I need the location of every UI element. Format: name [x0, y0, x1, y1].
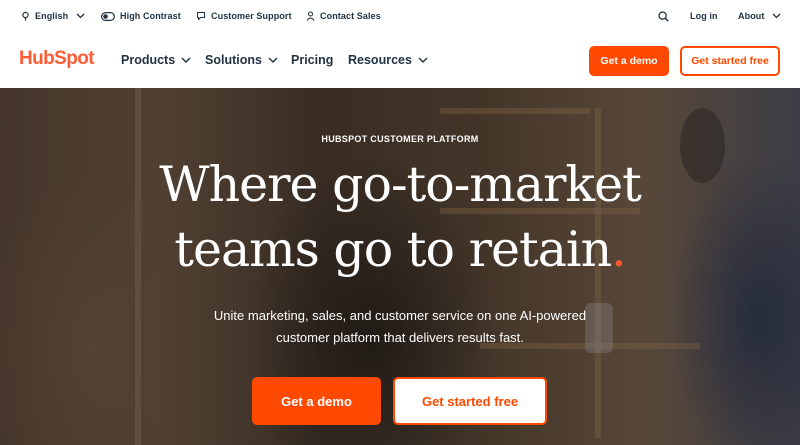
language-selector[interactable]: English — [21, 0, 85, 32]
nav-item-label: Resources — [348, 53, 412, 67]
utility-bar: English High Contrast Customer Support C… — [0, 0, 800, 32]
search-button[interactable] — [658, 0, 669, 32]
nav-get-started-button[interactable]: Get started free — [680, 46, 780, 76]
nav-item-pricing[interactable]: Pricing — [291, 32, 333, 88]
hero-subtitle-line-1: Unite marketing, sales, and customer ser… — [213, 308, 587, 323]
globe-icon — [22, 11, 29, 21]
high-contrast-toggle[interactable]: High Contrast — [101, 0, 181, 32]
hero-title-text: teams go to retain — [174, 221, 612, 278]
nav-item-label: Solutions — [205, 53, 262, 67]
hero-eyebrow: HUBSPOT CUSTOMER PLATFORM — [321, 134, 479, 144]
hero-title-line-1: Where go-to-market — [159, 156, 642, 213]
contact-sales-link[interactable]: Contact Sales — [306, 0, 381, 32]
about-menu[interactable]: About — [738, 0, 781, 32]
nav-item-resources[interactable]: Resources — [348, 32, 428, 88]
hero-subtitle-line-2: customer platform that delivers results … — [276, 330, 524, 345]
person-icon — [306, 11, 315, 21]
hero-get-started-label: Get started free — [421, 393, 519, 409]
hero-get-demo-button[interactable]: Get a demo — [252, 377, 381, 425]
search-icon — [658, 10, 669, 22]
hero-title-dot: . — [611, 221, 627, 278]
contrast-toggle-icon — [101, 11, 115, 21]
main-nav: HubSpot Products Solutions Pricing Resou… — [0, 32, 800, 88]
nav-item-solutions[interactable]: Solutions — [205, 32, 278, 88]
nav-get-started-label: Get started free — [691, 55, 769, 67]
customer-support-label: Customer Support — [211, 11, 292, 21]
chevron-down-icon — [418, 57, 428, 63]
hero-title-line-2: teams go to retain. — [0, 220, 800, 280]
nav-item-products[interactable]: Products — [121, 32, 191, 88]
nav-get-demo-label: Get a demo — [600, 55, 658, 67]
chevron-down-icon — [268, 57, 278, 63]
hero-get-started-button[interactable]: Get started free — [393, 377, 547, 425]
hero-subtitle: Unite marketing, sales, and customer ser… — [0, 305, 800, 349]
chevron-down-icon — [181, 57, 191, 63]
hero-get-demo-label: Get a demo — [281, 393, 352, 409]
language-label: English — [35, 11, 69, 21]
contact-sales-label: Contact Sales — [320, 11, 381, 21]
nav-get-demo-button[interactable]: Get a demo — [589, 46, 669, 76]
chat-bubble-icon — [196, 11, 206, 21]
nav-item-label: Pricing — [291, 53, 334, 67]
chevron-down-icon — [772, 13, 780, 19]
high-contrast-label: High Contrast — [120, 11, 181, 21]
about-label: About — [738, 11, 765, 21]
login-link[interactable]: Log in — [690, 0, 718, 32]
login-label: Log in — [690, 11, 718, 21]
hubspot-logo[interactable]: HubSpot — [19, 47, 95, 71]
logo-text: HubSpot — [19, 48, 95, 69]
nav-item-label: Products — [121, 53, 176, 67]
customer-support-link[interactable]: Customer Support — [196, 0, 292, 32]
hero-section: HUBSPOT CUSTOMER PLATFORM Where go-to-ma… — [0, 88, 800, 445]
chevron-down-icon — [76, 13, 85, 19]
